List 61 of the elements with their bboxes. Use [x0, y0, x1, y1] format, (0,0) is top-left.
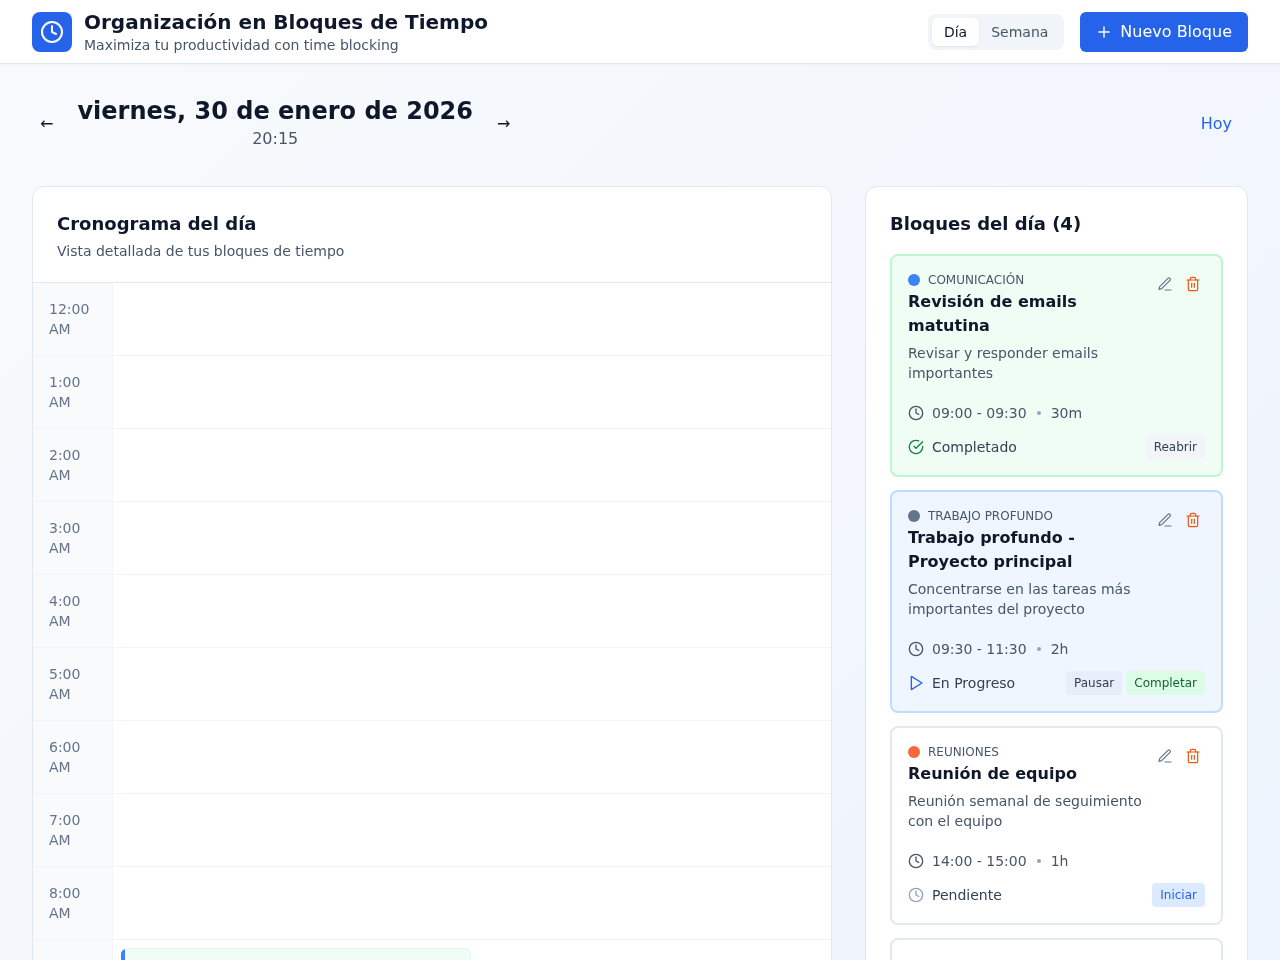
- time-cell: 8:00 AM: [33, 867, 113, 939]
- current-time: 20:15: [252, 128, 299, 150]
- clock-icon: [908, 405, 924, 421]
- view-tab[interactable]: Semana: [979, 17, 1061, 46]
- duration: 30m: [1050, 404, 1083, 423]
- status-label: Completado: [932, 438, 1017, 457]
- clock-icon: [908, 887, 924, 903]
- time-cell: 5:00 AM: [33, 648, 113, 720]
- view-tab[interactable]: Día: [931, 17, 980, 46]
- start-button[interactable]: Iniciar: [1152, 883, 1205, 907]
- new-block-button[interactable]: Nuevo Bloque: [1080, 11, 1248, 52]
- separator-dot-icon: [1036, 859, 1041, 863]
- time-cell: 4:00 AM: [33, 575, 113, 647]
- timeline-subtitle: Vista detallada de tus bloques de tiempo: [57, 242, 346, 261]
- time-range: 14:00 - 15:00: [932, 852, 1027, 871]
- duration: 2h: [1050, 640, 1069, 659]
- category-label: COMUNICACIÓN: [928, 272, 1025, 288]
- complete-button[interactable]: Completar: [1126, 671, 1205, 695]
- block-description: Revisar y responder emails importantes: [908, 344, 1099, 383]
- timeline-title: Cronograma del día: [57, 212, 258, 236]
- block-title: Trabajo profundo - Proyecto principal: [908, 527, 1076, 573]
- separator-dot-icon: [1036, 647, 1041, 651]
- block-description: Reunión semanal de seguimiento con el equipo: [908, 792, 1143, 831]
- pencil-icon: [1157, 512, 1173, 528]
- status-label: Pendiente: [932, 886, 1002, 905]
- pencil-icon: [1157, 276, 1173, 292]
- time-cell: 12:00 AM: [33, 283, 113, 355]
- time-cell: 6:00 AM: [33, 721, 113, 793]
- plus-icon: [1098, 25, 1111, 38]
- time-cell: 3:00 AM: [33, 502, 113, 574]
- trash-icon: [1185, 512, 1201, 528]
- today-button[interactable]: Hoy: [1184, 105, 1248, 141]
- category-label: REUNIONES: [928, 744, 999, 760]
- previous-day-button[interactable]: ←: [32, 105, 62, 141]
- block-title: Reunión de equipo: [908, 763, 1078, 785]
- panel-title: Bloques del día (4): [890, 212, 1083, 236]
- separator-dot-icon: [1036, 411, 1041, 415]
- time-range: 09:30 - 11:30: [932, 640, 1027, 659]
- category-label: TRABAJO PROFUNDO: [928, 508, 1053, 524]
- time-cell: 2:00 AM: [33, 429, 113, 501]
- block-title: Revisión de emails matutina: [908, 291, 1078, 337]
- reopen-button[interactable]: Reabrir: [1145, 435, 1205, 459]
- time-range: 09:00 - 09:30: [932, 404, 1027, 423]
- block-description: Concentrarse en las tareas más importantes del proyecto: [908, 580, 1132, 619]
- check-circle-icon: [908, 439, 924, 455]
- clock-logo-icon: [32, 11, 72, 52]
- trash-icon: [1185, 276, 1201, 292]
- time-cell: 7:00 AM: [33, 794, 113, 866]
- clock-icon: [908, 641, 924, 657]
- duration: 1h: [1050, 852, 1069, 871]
- app-title: Organización en Bloques de Tiempo: [84, 8, 488, 35]
- status-label: En Progreso: [932, 674, 1016, 693]
- clock-icon: [908, 853, 924, 869]
- pause-button[interactable]: Pausar: [1066, 671, 1123, 695]
- time-cell: 1:00 AM: [33, 356, 113, 428]
- play-icon: [908, 675, 924, 691]
- next-day-button[interactable]: →: [489, 105, 519, 141]
- app-subtitle: Maximiza tu productividad con time blocking: [84, 35, 400, 55]
- current-date: viernes, 30 de enero de 2026: [77, 96, 473, 127]
- pencil-icon: [1157, 748, 1173, 764]
- trash-icon: [1185, 748, 1201, 764]
